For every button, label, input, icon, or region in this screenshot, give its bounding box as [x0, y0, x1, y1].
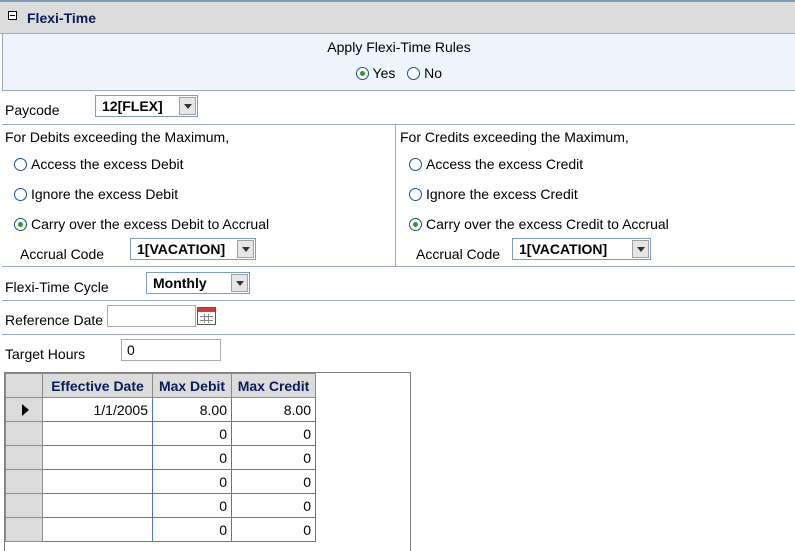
credit-ignore-option[interactable]: Ignore the excess Credit — [409, 186, 578, 202]
table-row[interactable]: 0 0 — [5, 493, 316, 518]
effective-date-cell[interactable] — [42, 445, 153, 470]
table-row[interactable]: 0 0 — [5, 469, 316, 494]
apply-rules-label: Apply Flexi-Time Rules — [327, 39, 471, 55]
chevron-down-icon[interactable] — [231, 274, 248, 292]
table-row[interactable]: 1/1/2005 8.00 8.00 — [5, 397, 316, 422]
column-header-max-credit[interactable]: Max Credit — [231, 373, 316, 398]
max-credit-cell[interactable]: 0 — [231, 421, 316, 446]
credit-ignore-label: Ignore the excess Credit — [426, 186, 578, 202]
credit-carry-label: Carry over the excess Credit to Accrual — [426, 216, 669, 232]
cycle-label: Flexi-Time Cycle — [5, 279, 109, 295]
apply-no-option[interactable]: No — [407, 65, 442, 81]
debit-ignore-label: Ignore the excess Debit — [31, 186, 179, 202]
debit-ignore-radio[interactable] — [14, 188, 27, 201]
credit-access-radio[interactable] — [409, 158, 422, 171]
effective-date-cell[interactable] — [42, 493, 153, 518]
credit-accrual-label: Accrual Code — [416, 246, 501, 262]
max-debit-cell[interactable]: 0 — [152, 445, 232, 470]
credit-accrual-value: 1[VACATION] — [519, 241, 608, 257]
excess-section: For Debits exceeding the Maximum, Access… — [2, 125, 795, 267]
credit-access-label: Access the excess Credit — [426, 156, 584, 172]
limits-table: Effective Date Max Debit Max Credit 1/1/… — [5, 373, 316, 542]
collapse-icon[interactable] — [8, 11, 17, 20]
debit-access-label: Access the excess Debit — [31, 156, 184, 172]
calendar-icon[interactable] — [197, 307, 216, 325]
max-debit-cell[interactable]: 0 — [152, 517, 232, 542]
row-selector[interactable] — [5, 469, 43, 494]
cycle-row: Flexi-Time Cycle Monthly — [2, 267, 795, 301]
effective-date-cell[interactable] — [42, 469, 153, 494]
cycle-select[interactable]: Monthly — [146, 272, 250, 294]
apply-no-radio[interactable] — [407, 67, 421, 80]
row-selector[interactable] — [5, 517, 43, 542]
debit-carry-label: Carry over the excess Debit to Accrual — [31, 216, 270, 232]
effective-date-cell[interactable] — [42, 421, 153, 446]
debit-accrual-value: 1[VACATION] — [137, 241, 226, 257]
chevron-down-icon[interactable] — [632, 240, 649, 258]
table-row[interactable]: 0 0 — [5, 517, 316, 542]
row-selector-current-icon[interactable] — [5, 397, 43, 422]
max-credit-cell[interactable]: 0 — [231, 445, 316, 470]
debit-carry-radio[interactable] — [14, 218, 27, 231]
apply-yes-radio[interactable] — [355, 67, 369, 80]
max-debit-cell[interactable]: 8.00 — [152, 397, 232, 422]
max-credit-cell[interactable]: 0 — [231, 517, 316, 542]
apply-yes-option[interactable]: Yes — [355, 65, 399, 81]
debit-accrual-label: Accrual Code — [20, 246, 105, 262]
row-header-corner — [5, 373, 43, 398]
effective-date-cell[interactable]: 1/1/2005 — [42, 397, 153, 422]
debit-access-radio[interactable] — [14, 158, 27, 171]
max-debit-cell[interactable]: 0 — [152, 421, 232, 446]
apply-rules-options: Yes No — [3, 65, 795, 81]
max-credit-cell[interactable]: 0 — [231, 493, 316, 518]
row-selector[interactable] — [5, 445, 43, 470]
paycode-row: Paycode 12[FLEX] — [2, 91, 795, 125]
credit-carry-option[interactable]: Carry over the excess Credit to Accrual — [409, 216, 669, 232]
apply-yes-label: Yes — [372, 65, 396, 81]
debit-carry-option[interactable]: Carry over the excess Debit to Accrual — [14, 216, 269, 232]
table-row[interactable]: 0 0 — [5, 445, 316, 470]
paycode-value: 12[FLEX] — [102, 98, 163, 114]
reference-date-label: Reference Date — [5, 312, 104, 328]
panel-title: Flexi-Time — [27, 10, 96, 26]
credit-ignore-radio[interactable] — [409, 188, 422, 201]
effective-date-cell[interactable] — [42, 517, 153, 542]
credit-carry-radio[interactable] — [409, 218, 422, 231]
apply-no-label: No — [424, 65, 443, 81]
reference-date-row: Reference Date — [2, 301, 795, 335]
max-credit-cell[interactable]: 8.00 — [231, 397, 316, 422]
debits-heading: For Debits exceeding the Maximum, — [5, 129, 230, 145]
paycode-select[interactable]: 12[FLEX] — [95, 95, 198, 117]
table-row[interactable]: 0 0 — [5, 421, 316, 446]
row-selector[interactable] — [5, 421, 43, 446]
target-hours-row: Target Hours 0 — [2, 335, 795, 371]
target-hours-label: Target Hours — [5, 346, 86, 362]
target-hours-input[interactable]: 0 — [121, 339, 221, 361]
max-debit-cell[interactable]: 0 — [152, 469, 232, 494]
credits-heading: For Credits exceeding the Maximum, — [400, 129, 629, 145]
table-header-row: Effective Date Max Debit Max Credit — [5, 373, 316, 398]
chevron-down-icon[interactable] — [179, 97, 196, 115]
column-header-max-debit[interactable]: Max Debit — [152, 373, 232, 398]
debit-ignore-option[interactable]: Ignore the excess Debit — [14, 186, 178, 202]
limits-grid: Effective Date Max Debit Max Credit 1/1/… — [4, 372, 411, 551]
cycle-value: Monthly — [153, 275, 207, 291]
credit-access-option[interactable]: Access the excess Credit — [409, 156, 583, 172]
column-header-effective-date[interactable]: Effective Date — [42, 373, 153, 398]
debit-accrual-select[interactable]: 1[VACATION] — [130, 238, 256, 260]
panel-header: Flexi-Time — [0, 0, 795, 34]
max-debit-cell[interactable]: 0 — [152, 493, 232, 518]
apply-rules-section: Apply Flexi-Time Rules Yes No — [2, 34, 795, 91]
column-divider — [395, 125, 396, 267]
debit-access-option[interactable]: Access the excess Debit — [14, 156, 184, 172]
credit-accrual-select[interactable]: 1[VACATION] — [512, 238, 651, 260]
reference-date-input[interactable] — [107, 305, 196, 327]
paycode-label: Paycode — [5, 102, 60, 118]
row-selector[interactable] — [5, 493, 43, 518]
chevron-down-icon[interactable] — [237, 240, 254, 258]
max-credit-cell[interactable]: 0 — [231, 469, 316, 494]
